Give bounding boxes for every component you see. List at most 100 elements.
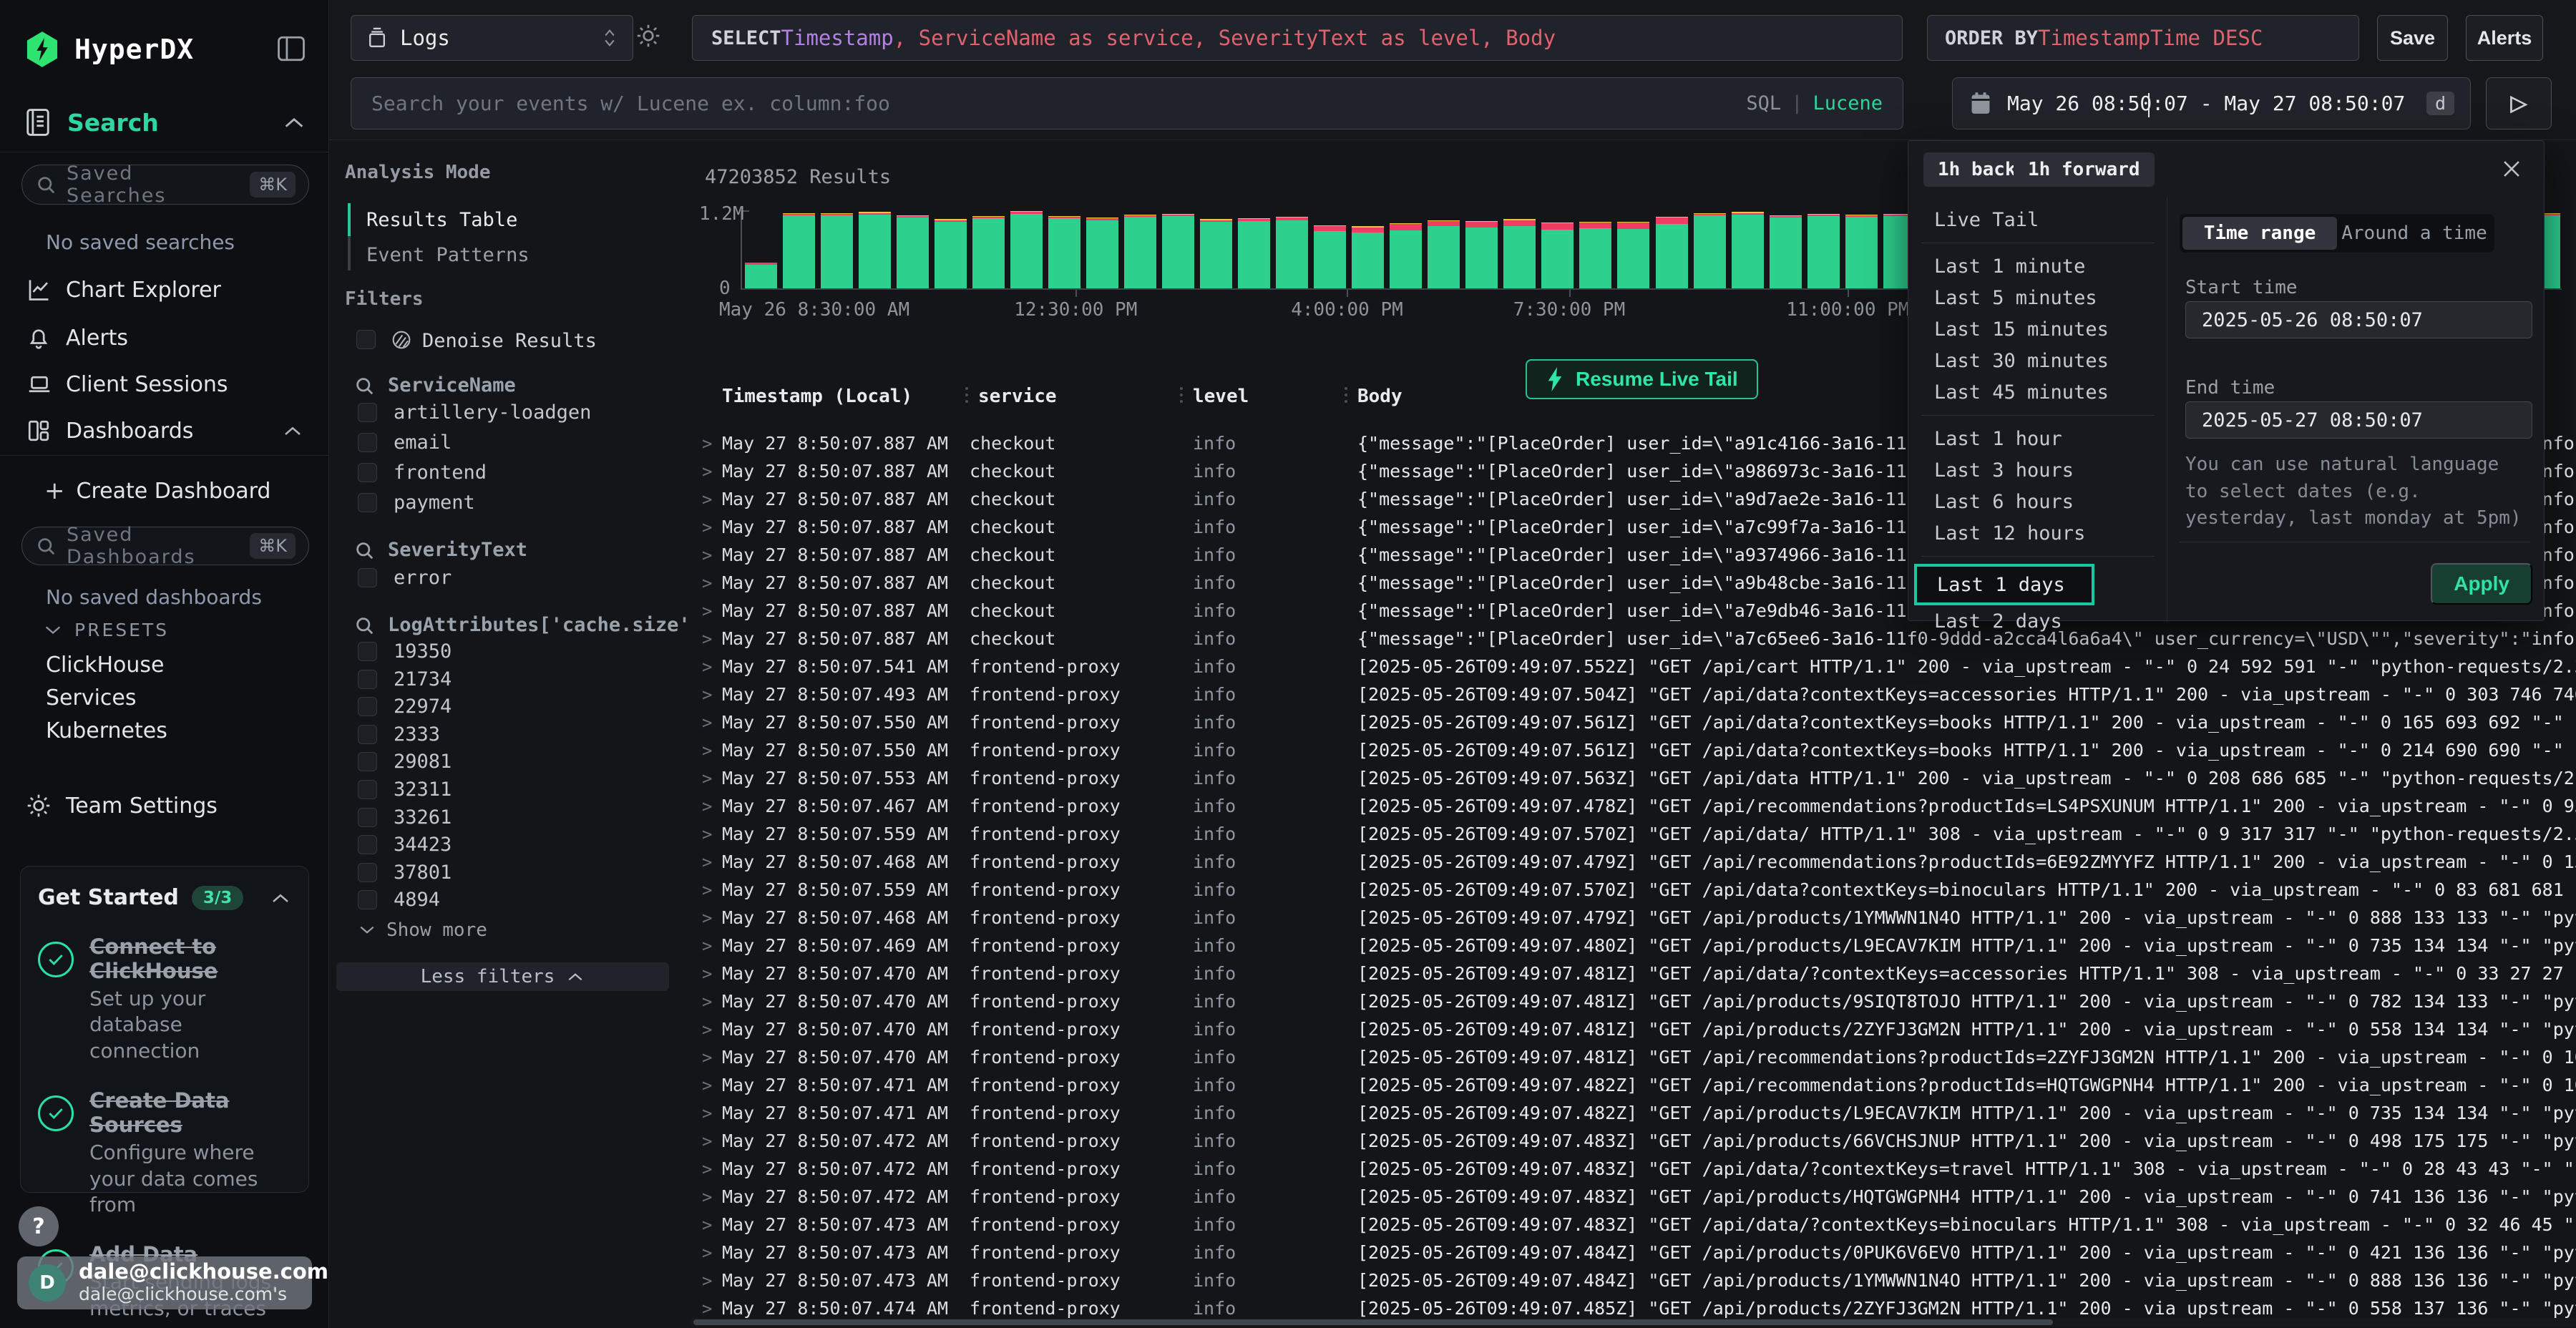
facet-value-label[interactable]: 34423 — [394, 834, 452, 856]
facet-value-label[interactable]: 21734 — [394, 668, 452, 690]
histogram-bar[interactable] — [1732, 212, 1764, 288]
end-time-input[interactable]: 2025-05-27 08:50:07 — [2185, 401, 2532, 439]
table-row[interactable]: >May 27 8:50:07.472 AMfrontend-proxyinfo… — [691, 1155, 2576, 1183]
facet-value-label[interactable]: email — [394, 431, 452, 454]
time-preset-last-15-minutes[interactable]: Last 15 minutes — [1908, 313, 2167, 345]
row-expand-chevron-icon[interactable]: > — [691, 573, 722, 593]
lucene-search-input[interactable]: Search your events w/ Lucene ex. column:… — [351, 77, 1903, 130]
row-expand-chevron-icon[interactable]: > — [691, 685, 722, 705]
sidebar-item-search[interactable]: Search — [0, 107, 329, 137]
sidebar-item-alerts[interactable]: Alerts — [0, 319, 329, 356]
table-row[interactable]: >May 27 8:50:07.468 AMfrontend-proxyinfo… — [691, 904, 2576, 932]
alerts-button[interactable]: Alerts — [2466, 15, 2543, 61]
analysis-mode-results-table[interactable]: Results Table — [366, 209, 517, 231]
histogram-bar[interactable] — [745, 263, 777, 288]
date-range-input[interactable]: May 26 08:50:07 - May 27 08:50:07 d — [1952, 77, 2471, 130]
table-row[interactable]: >May 27 8:50:07.550 AMfrontend-proxyinfo… — [691, 708, 2576, 736]
histogram-bar[interactable] — [1503, 219, 1536, 288]
row-expand-chevron-icon[interactable]: > — [691, 629, 722, 649]
histogram-bar[interactable] — [1656, 217, 1688, 288]
facet-value-label[interactable]: payment — [394, 492, 475, 514]
row-expand-chevron-icon[interactable]: > — [691, 1159, 722, 1179]
facet-value-checkbox[interactable] — [358, 835, 377, 854]
time-preset-last-30-minutes[interactable]: Last 30 minutes — [1908, 345, 2167, 376]
source-settings-gear-icon[interactable] — [635, 23, 661, 49]
facet-value-label[interactable]: 2333 — [394, 723, 440, 746]
facet-value-label[interactable]: frontend — [394, 462, 487, 484]
table-row[interactable]: >May 27 8:50:07.470 AMfrontend-proxyinfo… — [691, 1015, 2576, 1043]
row-expand-chevron-icon[interactable]: > — [691, 434, 722, 454]
col-header-service[interactable]: service — [965, 386, 1180, 407]
start-time-input[interactable]: 2025-05-26 08:50:07 — [2185, 301, 2532, 338]
facet-value-checkbox[interactable] — [358, 642, 377, 661]
select-query-input[interactable]: SELECT Timestamp , ServiceName as servic… — [692, 15, 1903, 61]
facet-value-label[interactable]: 33261 — [394, 806, 452, 829]
histogram-bar[interactable] — [1428, 220, 1460, 288]
row-expand-chevron-icon[interactable]: > — [691, 908, 722, 928]
table-row[interactable]: >May 27 8:50:07.472 AMfrontend-proxyinfo… — [691, 1183, 2576, 1211]
facet-value-checkbox[interactable] — [358, 752, 377, 771]
col-header-timestamp[interactable]: Timestamp (Local) — [722, 386, 965, 407]
tab-time-range[interactable]: Time range — [2182, 217, 2337, 250]
row-expand-chevron-icon[interactable]: > — [691, 1187, 722, 1207]
save-button[interactable]: Save — [2377, 15, 2448, 61]
table-row[interactable]: >May 27 8:50:07.473 AMfrontend-proxyinfo… — [691, 1266, 2576, 1294]
histogram-bar[interactable] — [1162, 214, 1194, 288]
row-expand-chevron-icon[interactable]: > — [691, 517, 722, 537]
histogram-bar[interactable] — [897, 215, 929, 288]
row-expand-chevron-icon[interactable]: > — [691, 1215, 722, 1235]
row-expand-chevron-icon[interactable]: > — [691, 1103, 722, 1123]
histogram-bar[interactable] — [1276, 217, 1308, 288]
time-preset-last-1-minute[interactable]: Last 1 minute — [1908, 250, 2167, 282]
table-row[interactable]: >May 27 8:50:07.553 AMfrontend-proxyinfo… — [691, 764, 2576, 792]
row-expand-chevron-icon[interactable]: > — [691, 1131, 722, 1151]
histogram-bar[interactable] — [1617, 222, 1649, 288]
histogram-bar[interactable] — [1314, 225, 1346, 288]
row-expand-chevron-icon[interactable]: > — [691, 713, 722, 733]
histogram-bar[interactable] — [1238, 218, 1270, 288]
sidebar-collapse-icon[interactable] — [276, 34, 306, 63]
table-row[interactable]: >May 27 8:50:07.887 AMcheckoutinfo{"mess… — [691, 625, 2576, 653]
row-expand-chevron-icon[interactable]: > — [691, 1243, 722, 1263]
histogram-bar[interactable] — [972, 216, 1005, 288]
histogram-bar[interactable] — [1770, 215, 1802, 288]
sidebar-item-client-sessions[interactable]: Client Sessions — [0, 366, 329, 403]
facet-value-checkbox[interactable] — [358, 493, 377, 512]
facet-value-label[interactable]: 32311 — [394, 778, 452, 801]
sql-mode-toggle[interactable]: SQL — [1746, 92, 1781, 114]
sidebar-item-team-settings[interactable]: Team Settings — [0, 787, 329, 824]
get-started-task[interactable]: Create Data SourcesConfigure where your … — [38, 1088, 291, 1218]
histogram-bar[interactable] — [1579, 222, 1611, 288]
row-expand-chevron-icon[interactable]: > — [691, 852, 722, 872]
facet-value-checkbox[interactable] — [358, 890, 377, 909]
row-expand-chevron-icon[interactable]: > — [691, 964, 722, 984]
time-preset-last-1-hour[interactable]: Last 1 hour — [1908, 423, 2167, 454]
time-preset-last-5-minutes[interactable]: Last 5 minutes — [1908, 282, 2167, 313]
facet-value-checkbox[interactable] — [358, 568, 377, 587]
run-query-button[interactable]: ▷ — [2486, 77, 2552, 130]
histogram-bar[interactable] — [935, 219, 967, 288]
one-hour-forward-button[interactable]: 1h forward — [2014, 152, 2155, 187]
help-button[interactable]: ? — [19, 1206, 59, 1246]
row-expand-chevron-icon[interactable]: > — [691, 601, 722, 621]
facet-value-label[interactable]: 22974 — [394, 695, 452, 718]
table-row[interactable]: >May 27 8:50:07.471 AMfrontend-proxyinfo… — [691, 1071, 2576, 1099]
table-row[interactable]: >May 27 8:50:07.469 AMfrontend-proxyinfo… — [691, 932, 2576, 960]
row-expand-chevron-icon[interactable]: > — [691, 936, 722, 956]
facet-value-checkbox[interactable] — [358, 725, 377, 744]
table-row[interactable]: >May 27 8:50:07.468 AMfrontend-proxyinfo… — [691, 848, 2576, 876]
histogram-bar[interactable] — [821, 213, 853, 288]
scrollbar-thumb[interactable] — [693, 1319, 2053, 1325]
facet-value-checkbox[interactable] — [358, 433, 377, 452]
table-row[interactable]: >May 27 8:50:07.471 AMfrontend-proxyinfo… — [691, 1099, 2576, 1127]
get-started-task[interactable]: Connect to ClickHouseSet up your databas… — [38, 934, 291, 1064]
facet-value-checkbox[interactable] — [358, 403, 377, 422]
row-expand-chevron-icon[interactable]: > — [691, 741, 722, 761]
row-expand-chevron-icon[interactable]: > — [691, 657, 722, 677]
facet-value-checkbox[interactable] — [358, 780, 377, 799]
row-expand-chevron-icon[interactable]: > — [691, 796, 722, 816]
lucene-mode-toggle[interactable]: Lucene — [1813, 92, 1883, 114]
histogram-bar[interactable] — [1010, 211, 1043, 288]
facet-value-checkbox[interactable] — [358, 697, 377, 716]
chevron-up-icon[interactable] — [270, 891, 291, 905]
